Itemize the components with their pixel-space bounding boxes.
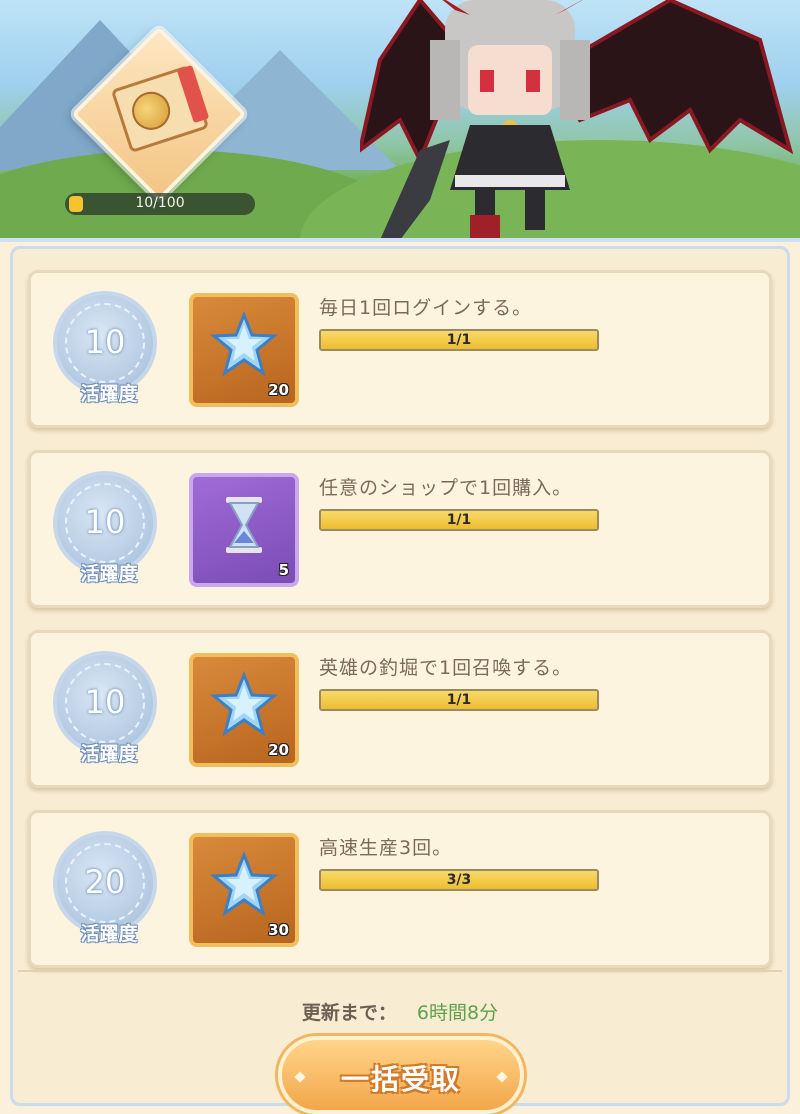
activity-label: 活躍度 bbox=[80, 563, 138, 585]
activity-points: 10 bbox=[84, 503, 126, 541]
blue-star-icon bbox=[210, 311, 278, 377]
task-description: 英雄の釣堀で1回召喚する。 bbox=[319, 657, 573, 679]
reward-item-slot[interactable]: 5 bbox=[189, 473, 299, 587]
activity-points: 10 bbox=[84, 323, 126, 361]
task-progress-bar: 1/1 bbox=[319, 509, 599, 531]
activity-points: 10 bbox=[84, 683, 126, 721]
refresh-countdown: 6時間8分 bbox=[416, 1002, 499, 1024]
activity-points-medal: 10 活躍度 bbox=[53, 471, 157, 585]
activity-label: 活躍度 bbox=[80, 743, 138, 765]
reward-item-slot[interactable]: 20 bbox=[189, 293, 299, 407]
task-description: 毎日1回ログインする。 bbox=[319, 297, 533, 319]
task-progress-bar: 3/3 bbox=[319, 869, 599, 891]
task-progress-text: 3/3 bbox=[446, 872, 472, 888]
task-card: 10 活躍度 20 英雄の釣堀で1回召喚する。 1/1 bbox=[28, 630, 772, 788]
task-card: 20 活躍度 30 高速生産3回。 3/3 bbox=[28, 810, 772, 968]
claim-all-button[interactable]: 一括受取 bbox=[278, 1036, 524, 1114]
activity-points-medal: 10 活躍度 bbox=[53, 291, 157, 405]
task-description: 高速生産3回。 bbox=[319, 837, 453, 859]
activity-points: 20 bbox=[84, 863, 126, 901]
blue-star-icon bbox=[210, 851, 278, 917]
task-card: 10 活躍度 20 毎日1回ログインする。 1/1 bbox=[28, 270, 772, 428]
task-progress-bar: 1/1 bbox=[319, 689, 599, 711]
reward-item-slot[interactable]: 30 bbox=[189, 833, 299, 947]
reward-quantity: 20 bbox=[268, 381, 289, 399]
milestone-progress-text: 10/100 bbox=[135, 195, 185, 211]
task-progress-text: 1/1 bbox=[446, 512, 472, 528]
activity-points-medal: 20 活躍度 bbox=[53, 831, 157, 945]
activity-label: 活躍度 bbox=[80, 383, 138, 405]
divider bbox=[18, 970, 782, 972]
refresh-label: 更新まで： bbox=[301, 1002, 397, 1024]
header-banner: 10/100 bbox=[0, 0, 800, 240]
task-card: 10 活躍度 5 任意のショップで1回購入。 1/1 bbox=[28, 450, 772, 608]
claim-all-label: 一括受取 bbox=[340, 1063, 461, 1096]
reward-item-slot[interactable]: 20 bbox=[189, 653, 299, 767]
hourglass-icon bbox=[226, 497, 262, 553]
task-progress-text: 1/1 bbox=[446, 692, 472, 708]
task-progress-text: 1/1 bbox=[446, 332, 472, 348]
reward-quantity: 30 bbox=[268, 921, 289, 939]
task-description: 任意のショップで1回購入。 bbox=[319, 477, 573, 499]
blue-star-icon bbox=[210, 671, 278, 737]
task-progress-bar: 1/1 bbox=[319, 329, 599, 351]
demon-girl-character bbox=[360, 0, 794, 240]
reward-quantity: 5 bbox=[278, 561, 289, 579]
refresh-timer: 更新まで： 6時間8分 bbox=[0, 998, 800, 1025]
activity-label: 活躍度 bbox=[80, 923, 138, 945]
milestone-reward[interactable] bbox=[71, 26, 247, 202]
activity-points-medal: 10 活躍度 bbox=[53, 651, 157, 765]
reward-quantity: 20 bbox=[268, 741, 289, 759]
milestone-progress-bar: 10/100 bbox=[65, 193, 255, 215]
